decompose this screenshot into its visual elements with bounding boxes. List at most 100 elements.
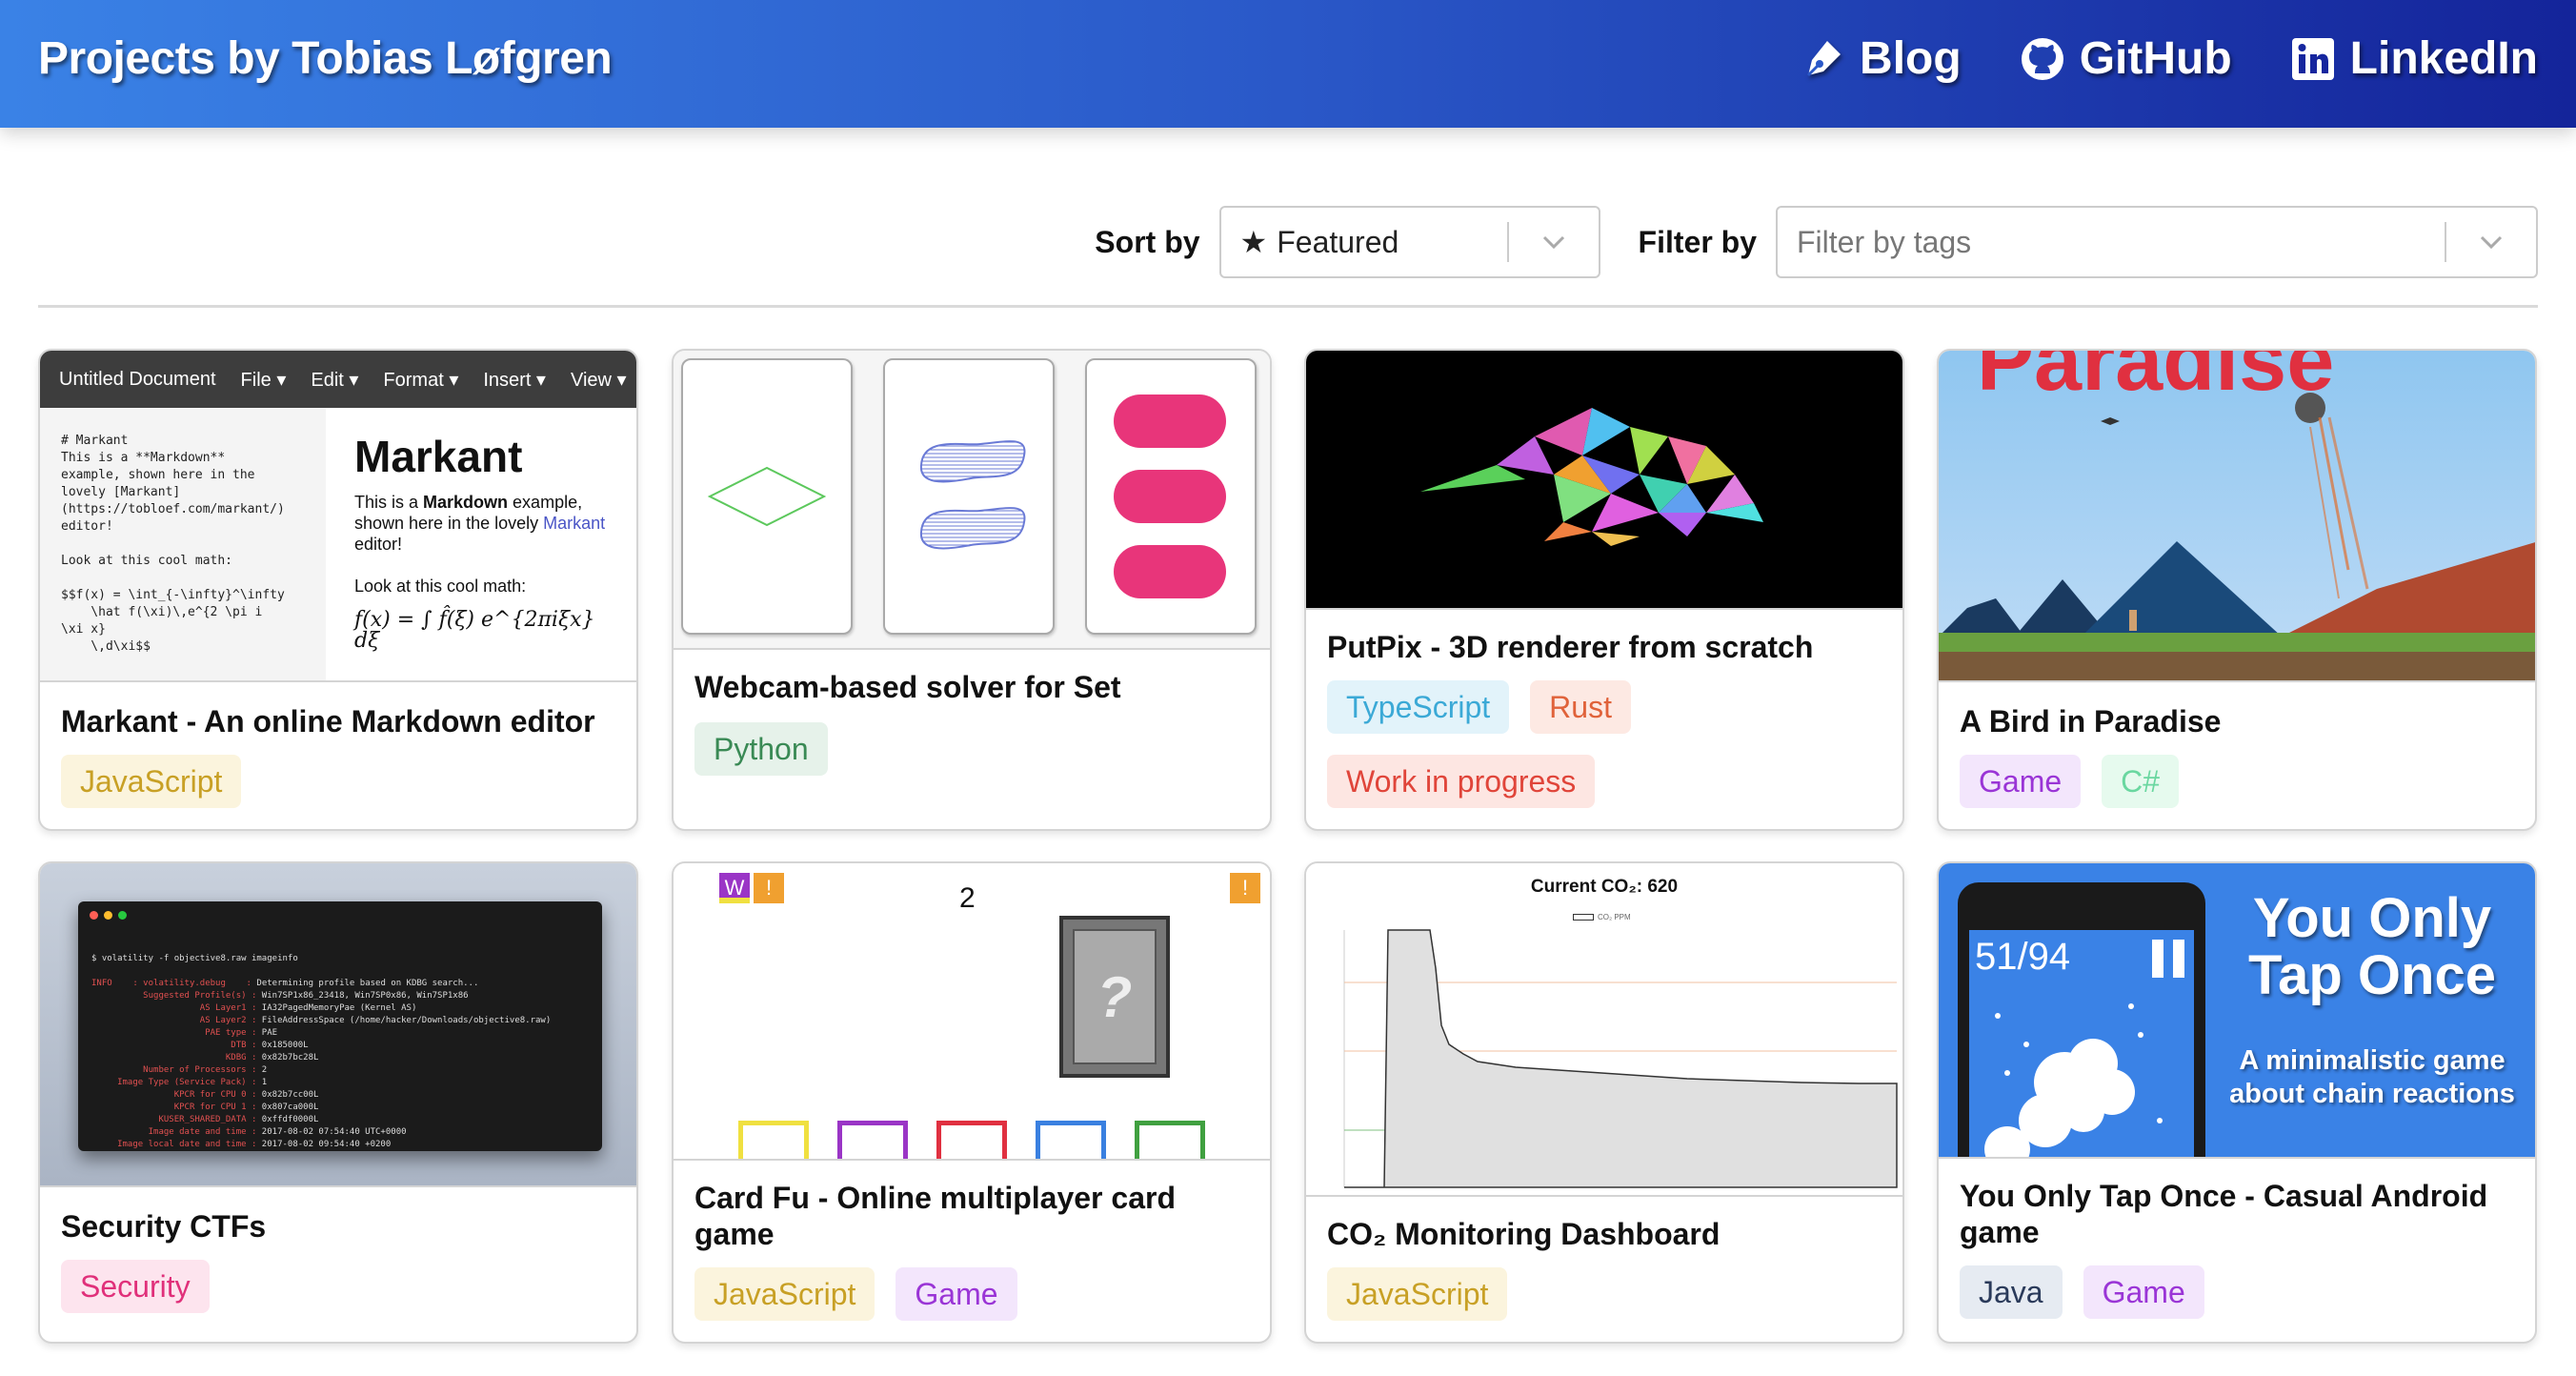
project-title[interactable]: Security CTFs [61,1208,617,1244]
markant-heading: Markant [354,432,523,481]
project-thumbnail: Untitled Document File ▾ Edit ▾ Format ▾… [40,351,636,682]
nav-blog-link[interactable]: Blog [1799,32,1962,85]
divider [38,305,2538,308]
hand-card[interactable] [1036,1121,1106,1159]
project-card[interactable]: $ volatility -f objective8.raw imageinfo… [38,861,638,1344]
player-badge: W [719,873,750,903]
markant-doc-title: Untitled Document [59,368,216,390]
project-title[interactable]: Markant - An online Markdown editor [61,703,617,739]
project-thumbnail: Paradise [1939,351,2535,682]
project-title[interactable]: CO₂ Monitoring Dashboard [1327,1216,1883,1252]
sort-select-value: ★ Featured [1221,224,1507,260]
set-card [681,358,853,635]
site-header: Projects by Tobias Løfgren Blog GitHub L… [0,0,2576,128]
project-card[interactable]: Webcam-based solver for Set Python [672,349,1272,831]
tag-badge[interactable]: C# [2102,755,2180,808]
set-card [883,358,1055,635]
pen-icon [1806,40,1841,76]
nav-blog-label: Blog [1860,33,1962,84]
sort-label: Sort by [1095,224,1200,259]
nav-linkedin-link[interactable]: LinkedIn [2289,32,2538,85]
tag-badge[interactable]: JavaScript [1327,1267,1508,1321]
project-card[interactable]: Paradise A Bird in Paradise Game C# [1937,349,2537,831]
filter-placeholder[interactable]: Filter by tags [1778,225,2445,260]
sort-filter-controls: Sort by ★ Featured Filter by Filter by t… [1095,206,2538,278]
project-title[interactable]: You Only Tap Once - Casual Android game [1960,1178,2516,1250]
cards-remaining-counter: 2 [959,882,976,914]
markant-math-intro: Look at this cool math: [354,577,527,596]
turn-marker: ! [1230,873,1260,903]
chevron-down-icon[interactable] [1509,234,1599,250]
tag-badge[interactable]: Game [896,1267,1017,1321]
terminal-output: $ volatility -f objective8.raw imageinfo… [91,954,552,1149]
draw-pile-face: ? [1073,929,1157,1064]
phone-screen: 51/94 [1969,930,2194,1157]
github-icon [2021,37,2063,80]
tag-list: Security [61,1260,617,1313]
project-thumbnail: W ! ! 2 ? [674,863,1270,1161]
tag-badge[interactable]: JavaScript [694,1267,875,1321]
nav-github-label: GitHub [2079,33,2232,84]
turn-marker: ! [754,873,784,903]
project-title[interactable]: PutPix - 3D renderer from scratch [1327,629,1883,665]
project-thumbnail: $ volatility -f objective8.raw imageinfo… [40,863,636,1187]
markant-menu-item: View ▾ [570,369,627,391]
tag-badge[interactable]: Rust [1530,680,1631,734]
tag-badge[interactable]: Work in progress [1327,755,1596,808]
linkedin-icon [2291,37,2334,80]
tag-list: JavaScript [1327,1267,1883,1321]
hand-card[interactable] [936,1121,1007,1159]
markant-editor: # Markant This is a **Markdown** example… [40,408,636,680]
header-nav: Blog GitHub LinkedIn [1799,32,2538,85]
terminal-window: $ volatility -f objective8.raw imageinfo… [78,901,602,1151]
tag-badge[interactable]: TypeScript [1327,680,1510,734]
markant-formula: f(x) = ∫ f̂(ξ) e^{2πiξx} dξ [354,608,595,653]
hand-card[interactable] [1135,1121,1205,1159]
co2-line-chart [1343,929,1898,1188]
project-thumbnail [674,351,1270,650]
tag-badge[interactable]: Game [2083,1265,2204,1319]
project-title[interactable]: Webcam-based solver for Set [694,669,1251,705]
tag-list: Game C# [1960,755,2516,808]
phone-frame: 51/94 [1958,882,2205,1157]
markant-body: This is a Markdown example, shown here i… [354,493,606,554]
game-scene [1939,393,2535,680]
site-title[interactable]: Projects by Tobias Løfgren [38,32,613,85]
hand-card[interactable] [738,1121,809,1159]
project-card[interactable]: W ! ! 2 ? Card Fu - Online multiplayer c… [672,861,1272,1344]
tag-list: Java Game [1960,1265,2516,1319]
tag-badge[interactable]: Game [1960,755,2082,808]
hand-card[interactable] [837,1121,908,1159]
tag-badge[interactable]: Java [1960,1265,2063,1319]
nav-linkedin-label: LinkedIn [2349,33,2538,84]
filter-select[interactable]: Filter by tags [1776,206,2538,278]
project-card[interactable]: Untitled Document File ▾ Edit ▾ Format ▾… [38,349,638,831]
tag-badge[interactable]: Security [61,1260,210,1313]
nav-github-link[interactable]: GitHub [2019,32,2232,85]
project-title[interactable]: A Bird in Paradise [1960,703,2516,739]
tag-list: Python [694,722,1251,776]
window-controls [90,911,127,920]
project-card[interactable]: Current CO₂: 620 CO₂ PPM CO₂ Monitoring … [1304,861,1904,1344]
promo-headline: You Only Tap Once [2248,887,2496,1006]
project-title[interactable]: Card Fu - Online multiplayer card game [694,1180,1251,1252]
tag-list: JavaScript Game [694,1267,1251,1321]
project-card[interactable]: 51/94 You Only Tap Once A minimalistic g… [1937,861,2537,1344]
markant-menu-bar: Untitled Document File ▾ Edit ▾ Format ▾… [40,351,636,408]
tag-badge[interactable]: Python [694,722,828,776]
markant-menu-item: Insert ▾ [483,369,546,391]
chevron-down-icon[interactable] [2446,234,2536,250]
bubble-cluster [1984,1003,2163,1157]
sort-select[interactable]: ★ Featured [1218,206,1600,278]
markant-menu-item: Edit ▾ [311,369,359,391]
markant-menu-item: File ▾ [240,369,287,391]
low-poly-rat-render [1420,408,1763,546]
set-card [1085,358,1257,635]
star-icon: ★ [1239,225,1268,259]
draw-pile[interactable]: ? [1059,916,1170,1078]
tag-badge[interactable]: JavaScript [61,755,242,808]
project-thumbnail: Current CO₂: 620 CO₂ PPM [1306,863,1902,1197]
markant-menu-item: Format ▾ [383,369,459,391]
project-card[interactable]: PutPix - 3D renderer from scratch TypeSc… [1304,349,1904,831]
sort-value: Featured [1277,224,1399,259]
